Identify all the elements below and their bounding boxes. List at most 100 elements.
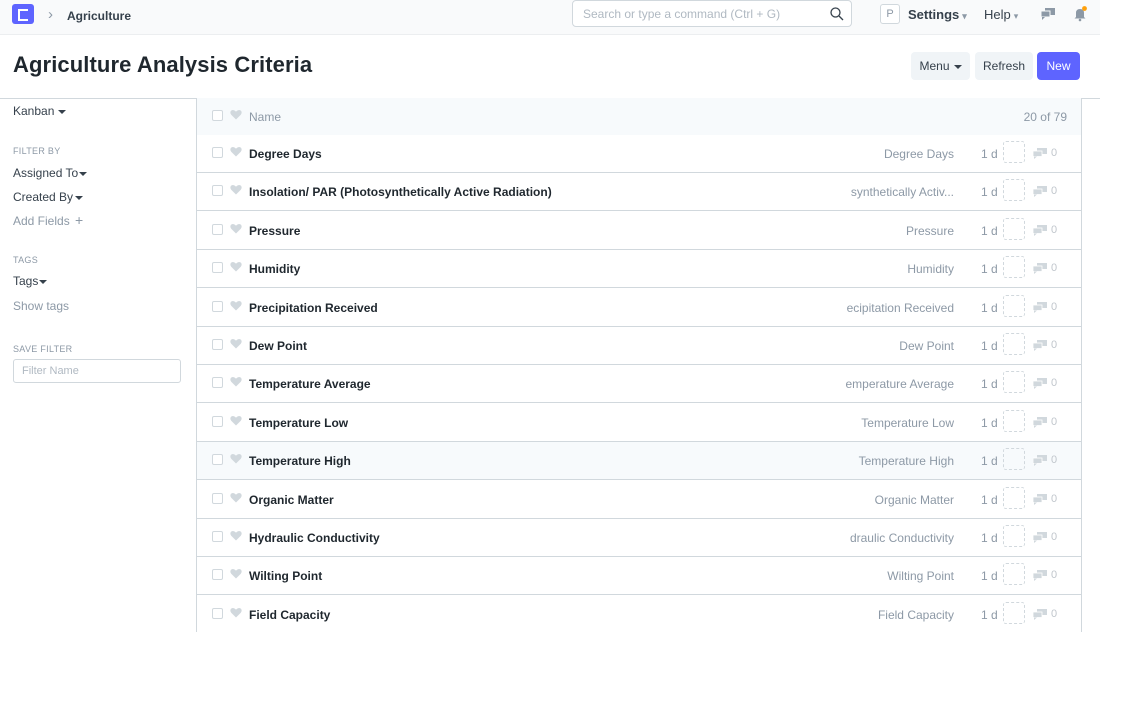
- table-row[interactable]: Precipitation Received ecipitation Receiv…: [197, 288, 1081, 327]
- row-name-link[interactable]: Precipitation Received: [249, 301, 378, 315]
- heart-icon[interactable]: [230, 184, 242, 195]
- table-row[interactable]: Hydraulic Conductivity draulic Conductivi…: [197, 519, 1081, 557]
- select-all-checkbox[interactable]: [212, 110, 223, 121]
- row-checkbox[interactable]: [212, 185, 223, 197]
- row-name-link[interactable]: Insolation/ PAR (Photosynthetically Acti…: [249, 185, 552, 199]
- heart-icon[interactable]: [230, 338, 242, 349]
- row-comment-count: 0: [1051, 185, 1058, 198]
- row-name-link[interactable]: Temperature Average: [249, 377, 371, 391]
- table-row[interactable]: Temperature Low Temperature Low 1 d 0: [197, 403, 1081, 442]
- search-icon[interactable]: [829, 6, 845, 22]
- assign-avatar-placeholder[interactable]: [1003, 333, 1025, 355]
- row-name-link[interactable]: Humidity: [249, 262, 300, 276]
- view-selector[interactable]: Kanban: [13, 104, 67, 118]
- table-row[interactable]: Pressure Pressure 1 d 0: [197, 211, 1081, 250]
- view-label: Kanban: [13, 104, 55, 118]
- created-by-filter[interactable]: Created By: [13, 190, 84, 204]
- heart-icon[interactable]: [230, 568, 242, 579]
- row-name-link[interactable]: Organic Matter: [249, 493, 334, 507]
- row-comment-count: 0: [1051, 415, 1058, 428]
- heart-icon[interactable]: [230, 261, 242, 272]
- row-name-link[interactable]: Temperature High: [249, 454, 351, 468]
- row-name-link[interactable]: Pressure: [249, 224, 300, 238]
- assigned-to-filter[interactable]: Assigned To: [13, 166, 88, 180]
- heart-icon[interactable]: [230, 109, 242, 120]
- help-dropdown[interactable]: Help ▾: [984, 7, 1018, 22]
- heart-icon[interactable]: [230, 607, 242, 618]
- assign-avatar-placeholder[interactable]: [1003, 409, 1025, 432]
- table-row[interactable]: Organic Matter Organic Matter 1 d 0: [197, 480, 1081, 519]
- row-checkbox[interactable]: [212, 262, 223, 274]
- show-tags-link[interactable]: Show tags: [13, 299, 69, 313]
- assign-avatar-placeholder[interactable]: [1003, 371, 1025, 394]
- plus-icon: +: [75, 212, 84, 228]
- table-row[interactable]: Temperature Average emperature Average 1 d…: [197, 365, 1081, 404]
- notification-bell-icon[interactable]: [1073, 6, 1087, 22]
- comment-icon: [1033, 416, 1047, 428]
- row-checkbox[interactable]: [212, 147, 223, 158]
- assign-avatar-placeholder[interactable]: [1003, 141, 1025, 163]
- row-name-link[interactable]: Dew Point: [249, 339, 307, 353]
- row-field-value: emperature Average: [845, 377, 954, 392]
- row-checkbox[interactable]: [212, 377, 223, 389]
- row-field-value: Humidity: [907, 262, 954, 277]
- assign-avatar-placeholder[interactable]: [1003, 563, 1025, 586]
- assign-avatar-placeholder[interactable]: [1003, 448, 1025, 471]
- filter-name-input[interactable]: [13, 359, 181, 383]
- row-checkbox[interactable]: [212, 531, 223, 542]
- app-logo[interactable]: [12, 4, 34, 24]
- assign-avatar-placeholder[interactable]: [1003, 294, 1025, 317]
- heart-icon[interactable]: [230, 300, 242, 311]
- row-checkbox[interactable]: [212, 607, 223, 619]
- new-button[interactable]: New: [1037, 52, 1080, 80]
- breadcrumb-agriculture[interactable]: Agriculture: [67, 9, 131, 23]
- row-checkbox[interactable]: [212, 300, 223, 312]
- assign-avatar-placeholder[interactable]: [1003, 179, 1025, 202]
- row-checkbox[interactable]: [212, 415, 223, 427]
- table-row[interactable]: Humidity Humidity 1 d 0: [197, 250, 1081, 289]
- assign-avatar-placeholder[interactable]: [1003, 601, 1025, 624]
- row-checkbox[interactable]: [212, 223, 223, 235]
- add-fields-link[interactable]: Add Fields +: [13, 212, 83, 228]
- table-row[interactable]: Wilting Point Wilting Point 1 d 0: [197, 557, 1081, 596]
- assign-avatar-placeholder[interactable]: [1003, 217, 1025, 240]
- row-checkbox[interactable]: [212, 492, 223, 504]
- heart-icon[interactable]: [230, 223, 242, 234]
- table-row[interactable]: Degree Days Degree Days 1 d 0: [197, 135, 1081, 173]
- avatar[interactable]: P: [880, 4, 900, 24]
- row-checkbox[interactable]: [212, 454, 223, 466]
- row-checkbox[interactable]: [212, 339, 223, 350]
- row-field-value: Dew Point: [899, 339, 954, 353]
- table-row[interactable]: Dew Point Dew Point 1 d 0: [197, 327, 1081, 365]
- table-row[interactable]: Temperature High Temperature High 1 d 0: [197, 442, 1081, 481]
- heart-icon[interactable]: [230, 146, 242, 157]
- heart-icon[interactable]: [230, 376, 242, 387]
- tags-filter[interactable]: Tags: [13, 274, 48, 288]
- heart-icon[interactable]: [230, 415, 242, 426]
- row-name-link[interactable]: Degree Days: [249, 147, 322, 161]
- row-name-link[interactable]: Wilting Point: [249, 569, 322, 583]
- settings-dropdown[interactable]: Settings ▾: [908, 7, 967, 22]
- assign-avatar-placeholder[interactable]: [1003, 256, 1025, 279]
- heart-icon[interactable]: [230, 453, 242, 464]
- heart-icon[interactable]: [230, 530, 242, 541]
- table-row[interactable]: Field Capacity Field Capacity 1 d 0: [197, 595, 1081, 632]
- row-name-link[interactable]: Hydraulic Conductivity: [249, 531, 380, 545]
- save-filter-heading: SAVE FILTER: [13, 344, 73, 354]
- chevron-down-icon: [75, 195, 84, 200]
- row-name-link[interactable]: Field Capacity: [249, 608, 330, 622]
- search-input[interactable]: [581, 6, 825, 22]
- table-row[interactable]: Insolation/ PAR (Photosynthetically Acti…: [197, 173, 1081, 212]
- chat-icon[interactable]: [1040, 7, 1056, 21]
- search-bar[interactable]: [572, 0, 852, 27]
- row-checkbox[interactable]: [212, 569, 223, 581]
- refresh-button[interactable]: Refresh: [975, 52, 1033, 80]
- row-comment-count: 0: [1051, 454, 1058, 467]
- comment-icon: [1033, 148, 1047, 159]
- row-field-value: ecipitation Received: [846, 300, 954, 315]
- heart-icon[interactable]: [230, 492, 242, 503]
- menu-button[interactable]: Menu: [911, 52, 970, 80]
- assign-avatar-placeholder[interactable]: [1003, 525, 1025, 547]
- assign-avatar-placeholder[interactable]: [1003, 486, 1025, 509]
- row-name-link[interactable]: Temperature Low: [249, 416, 348, 430]
